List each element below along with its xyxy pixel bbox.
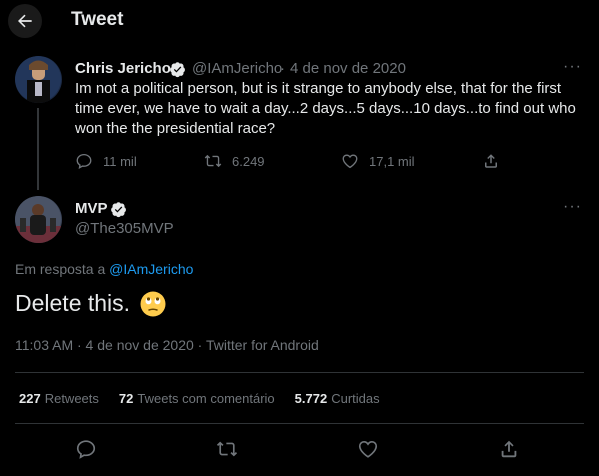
top-bar: Tweet [0, 0, 599, 42]
reply-action[interactable]: 11 mil [75, 152, 137, 170]
retweet-action[interactable]: 6.249 [204, 152, 265, 170]
quotes-label: Tweets com comentário [137, 391, 275, 406]
avatar-mvp[interactable] [15, 196, 62, 243]
back-button[interactable] [8, 4, 42, 38]
tweet-text: Delete this. [15, 290, 131, 316]
dot-separator: · [280, 60, 285, 77]
avatar-image [15, 56, 62, 103]
likes-stat[interactable]: 5.772 Curtidas [295, 391, 380, 406]
thread-connector [37, 108, 39, 190]
retweets-count: 227 [19, 391, 41, 406]
face-with-rolling-eyes-emoji [140, 291, 166, 316]
reply-icon [76, 153, 92, 170]
reply-count: 11 mil [103, 153, 137, 169]
quotes-stat[interactable]: 72 Tweets com comentário [119, 391, 275, 406]
tweet-text: Im not a political person, but is it str… [75, 80, 576, 137]
reply-icon[interactable] [75, 438, 97, 460]
divider [15, 423, 584, 424]
share-icon[interactable] [498, 438, 520, 460]
more-options-icon[interactable]: ··· [563, 58, 582, 76]
reply-context: Em resposta a @IAmJericho [15, 261, 193, 277]
quotes-count: 72 [118, 391, 134, 406]
page-title: Tweet [71, 9, 124, 30]
heart-icon[interactable] [357, 438, 379, 460]
retweet-icon [204, 154, 222, 168]
like-count: 17,1 mil [369, 153, 415, 169]
share-action[interactable] [482, 152, 510, 170]
tweet-date[interactable]: 4 de nov de 2020 [290, 60, 406, 77]
retweet-count: 6.249 [232, 153, 265, 169]
author-name[interactable]: Chris Jericho [75, 60, 171, 77]
retweets-stat[interactable]: 227 Retweets [19, 391, 99, 406]
likes-label: Curtidas [331, 391, 380, 406]
reply-prefix: Em resposta a [15, 261, 106, 277]
author-handle[interactable]: @IAmJericho [192, 60, 282, 77]
retweet-icon[interactable] [216, 438, 238, 460]
verified-badge-icon [111, 202, 126, 218]
avatar-image [15, 196, 62, 243]
author-handle[interactable]: @The305MVP [75, 220, 174, 237]
retweets-label: Retweets [44, 391, 99, 406]
back-arrow-icon [18, 14, 32, 28]
heart-icon [342, 154, 358, 169]
share-icon [485, 154, 497, 168]
likes-count: 5.772 [294, 391, 328, 406]
author-name[interactable]: MVP [75, 200, 108, 217]
reply-mention-link[interactable]: @IAmJericho [109, 261, 193, 277]
verified-badge-icon [170, 62, 185, 78]
avatar-chris-jericho[interactable] [15, 56, 62, 103]
tweet-timestamp[interactable]: 11:03 AM · 4 de nov de 2020 · Twitter fo… [15, 337, 319, 353]
main-tweet-text: Delete this. [15, 290, 166, 317]
engagement-stats: 227 Retweets 72 Tweets com comentário 5.77… [19, 391, 400, 406]
more-options-icon[interactable]: ··· [563, 198, 582, 216]
divider [15, 372, 584, 373]
like-action[interactable]: 17,1 mil [341, 152, 415, 170]
